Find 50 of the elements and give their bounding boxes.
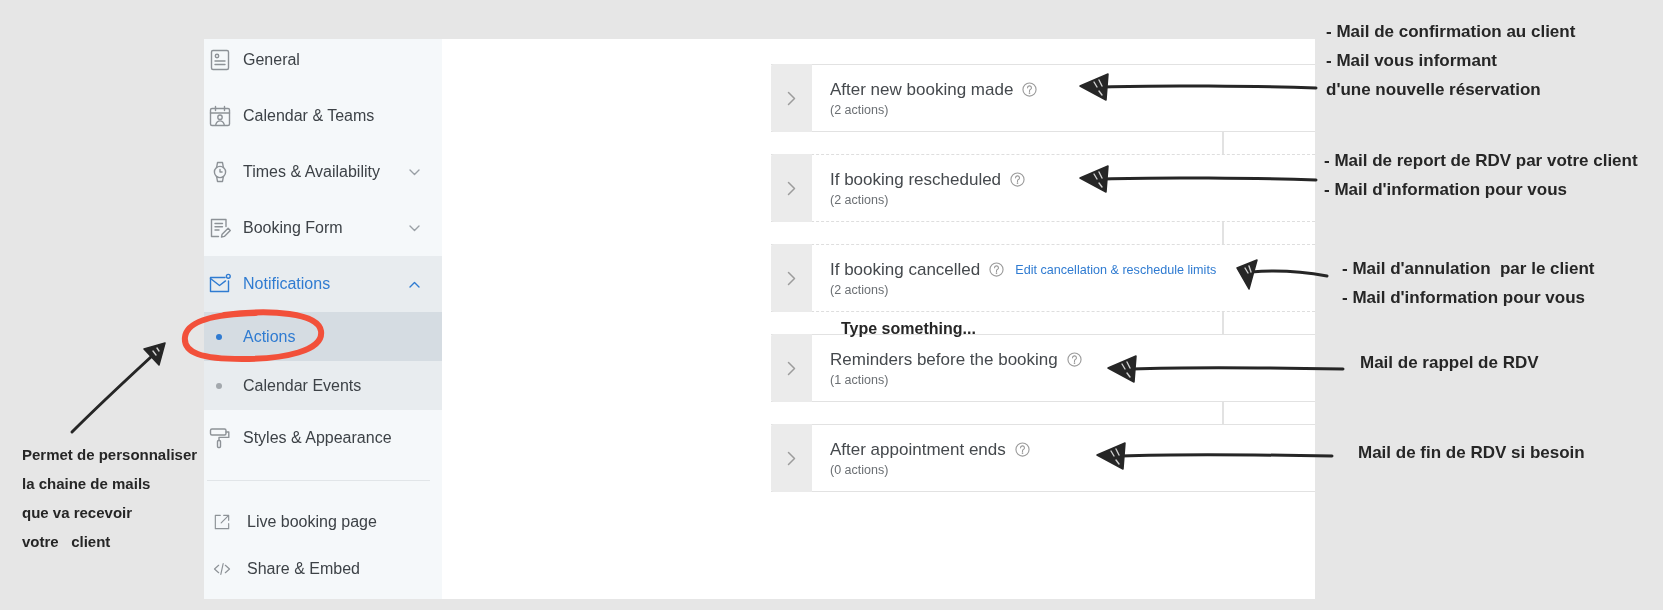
- expand-button[interactable]: [771, 424, 812, 492]
- action-count: (2 actions): [830, 282, 889, 297]
- expand-button[interactable]: [771, 154, 812, 222]
- bullet-icon: [216, 333, 222, 340]
- help-icon: [1014, 442, 1030, 457]
- handwritten-note: - Mail de report de RDV par votre client: [1324, 150, 1638, 172]
- action-count: (0 actions): [830, 462, 889, 477]
- handwritten-note: - Mail d'annulation par le client: [1342, 258, 1595, 280]
- edit-limits-link[interactable]: Edit cancellation & reschedule limits: [1015, 262, 1217, 277]
- expand-button[interactable]: [771, 64, 812, 132]
- handwritten-note: - Mail d'information pour vous: [1324, 179, 1568, 201]
- trigger-title: Reminders before the booking: [830, 349, 1058, 370]
- handwritten-note: d'une nouvelle réservation: [1326, 79, 1542, 101]
- action-count: (2 actions): [830, 102, 889, 117]
- nav-subitem[interactable]: Calendar Events: [204, 361, 442, 410]
- help-icon: [1066, 352, 1082, 367]
- trigger-title: If booking cancelled: [830, 259, 981, 280]
- handwritten-note: la chaine de mails: [22, 474, 152, 494]
- handwritten-note: - Mail d'information pour vous: [1342, 287, 1586, 309]
- handwritten-note: que va recevoir: [22, 503, 134, 523]
- trigger-title: If booking rescheduled: [830, 169, 1002, 190]
- nav-item[interactable]: General: [204, 39, 442, 88]
- handwritten-note: Mail de rappel de RDV: [1360, 352, 1539, 374]
- expand-button[interactable]: [771, 244, 812, 312]
- handwritten-note: votre client: [22, 532, 112, 552]
- nav-item[interactable]: Notifications: [204, 256, 442, 312]
- sidebar-link[interactable]: Share & Embed: [204, 545, 442, 592]
- paint-roller-icon: [208, 426, 232, 450]
- form-pencil-icon: [208, 216, 232, 240]
- action-count: (1 actions): [830, 372, 889, 387]
- nav-item[interactable]: Styles & Appearance: [204, 410, 442, 466]
- nav-item[interactable]: Calendar & Teams: [204, 88, 442, 144]
- nav-item[interactable]: Times & Availability: [204, 144, 442, 200]
- help-icon: [989, 262, 1005, 277]
- help-icon: [1010, 172, 1026, 187]
- handwritten-note: - Mail de confirmation au client: [1326, 21, 1576, 43]
- handwritten-note: Type something...: [841, 319, 976, 339]
- nav-item[interactable]: Booking Form: [204, 200, 442, 256]
- bullet-icon: [216, 382, 222, 389]
- expand-button[interactable]: [771, 334, 812, 402]
- sidebar-link[interactable]: Live booking page: [204, 498, 442, 545]
- help-icon: [1022, 82, 1038, 97]
- trigger-title: After new booking made: [830, 79, 1014, 100]
- action-count: (2 actions): [830, 192, 889, 207]
- handwritten-note: - Mail vous informant: [1326, 50, 1498, 72]
- handwritten-note: Permet de personnaliser: [22, 445, 198, 465]
- handwritten-note: Mail de fin de RDV si besoin: [1358, 442, 1585, 464]
- calendar-person-icon: [208, 104, 232, 128]
- id-card-icon: [208, 48, 232, 72]
- trigger-title: After appointment ends: [830, 439, 1006, 460]
